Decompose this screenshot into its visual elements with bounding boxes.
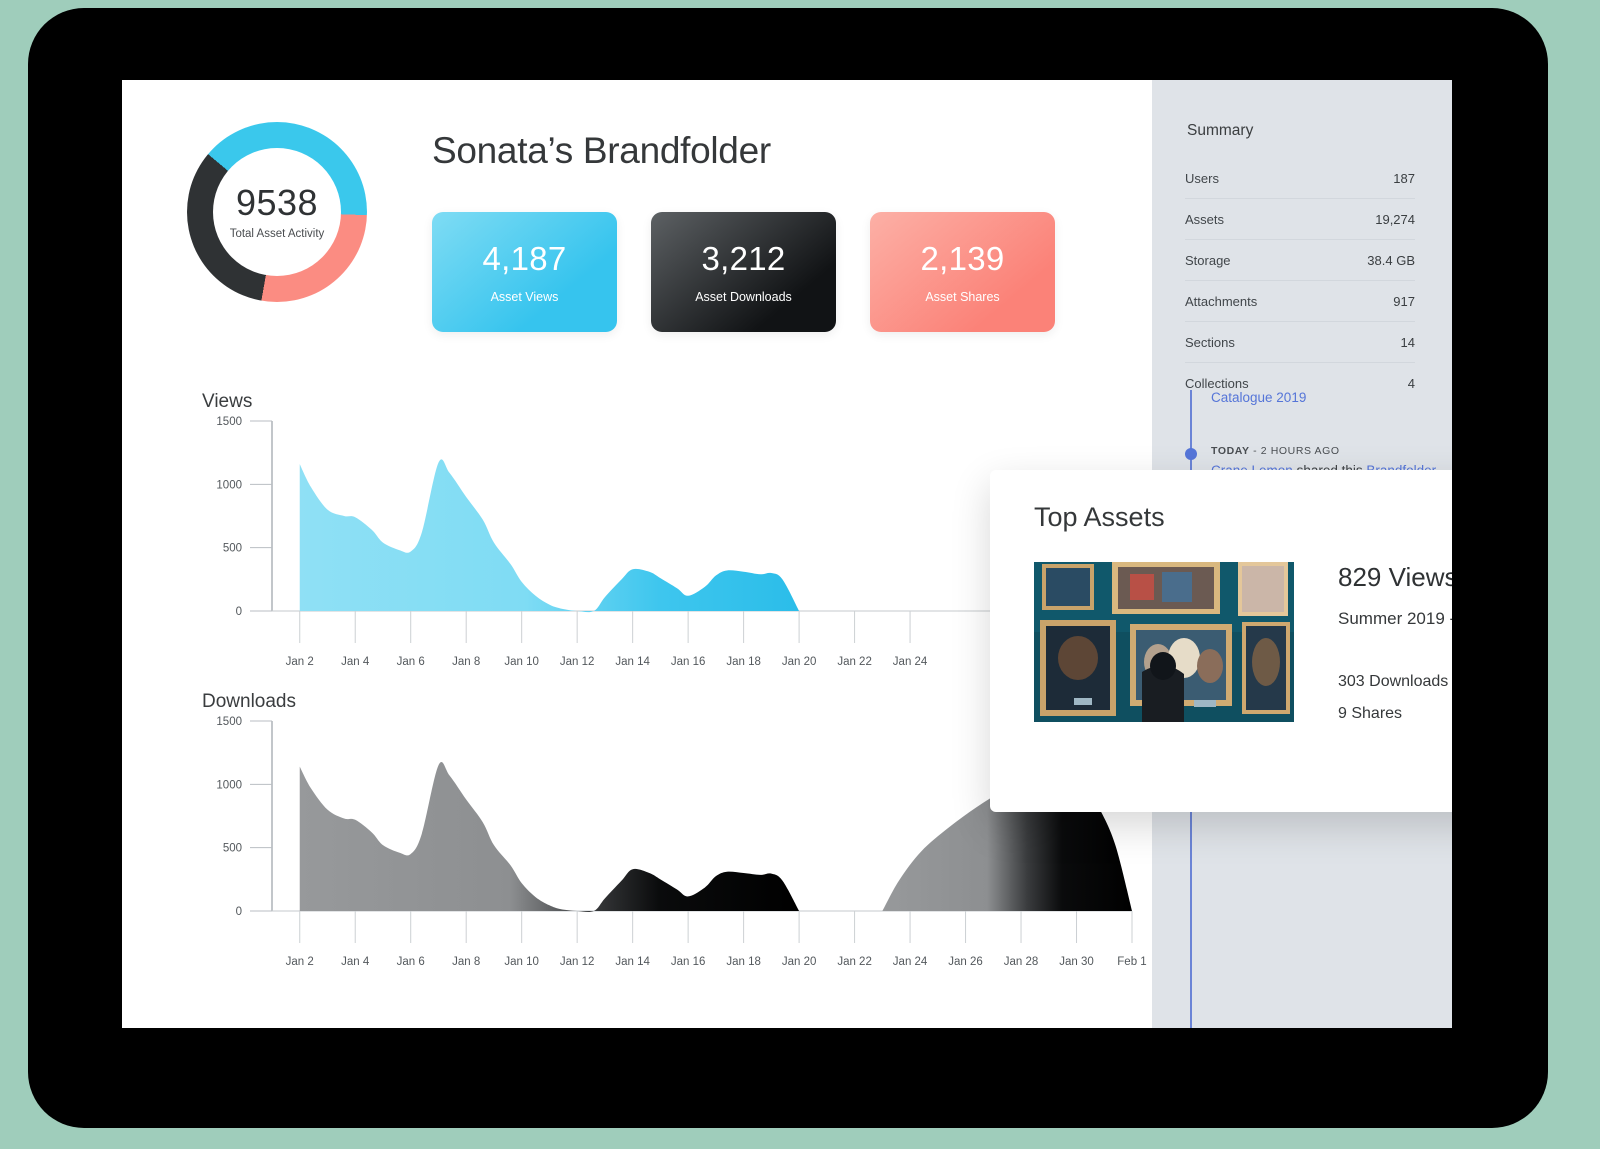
svg-text:Feb 1: Feb 1: [1117, 956, 1146, 968]
asset-thumbnail[interactable]: [1034, 562, 1294, 722]
svg-text:Jan 2: Jan 2: [286, 656, 314, 668]
svg-text:Jan 6: Jan 6: [397, 956, 425, 968]
summary-row-value: 917: [1393, 293, 1415, 309]
svg-text:1000: 1000: [216, 479, 242, 491]
asset-downloads-count: 303 Downloads: [1338, 673, 1449, 690]
svg-text:Jan 4: Jan 4: [341, 656, 370, 668]
total-activity-donut: 9538 Total Asset Activity: [187, 122, 367, 302]
summary-row-label: Users: [1185, 170, 1219, 186]
summary-heading: Summary: [1187, 122, 1254, 139]
summary-row-label: Collections: [1185, 375, 1249, 391]
feed-timestamp: TODAY - 2 HOURS AGO: [1211, 445, 1340, 457]
stat-label: Asset Downloads: [695, 290, 792, 304]
top-assets-heading: Top Assets: [1034, 502, 1165, 532]
svg-text:Jan 14: Jan 14: [615, 656, 650, 668]
svg-text:Jan 18: Jan 18: [726, 956, 761, 968]
donut-caption: Total Asset Activity: [229, 227, 325, 240]
summary-row: Users 187: [1185, 158, 1415, 199]
summary-row-label: Attachments: [1185, 293, 1258, 309]
svg-text:Jan 20: Jan 20: [782, 956, 817, 968]
stat-label: Asset Shares: [925, 290, 1000, 304]
svg-text:Jan 18: Jan 18: [726, 656, 761, 668]
svg-text:500: 500: [223, 843, 242, 855]
dashboard-header: 9538 Total Asset Activity Sonata’s Brand…: [122, 80, 1152, 378]
summary-row-label: Assets: [1185, 211, 1225, 227]
svg-text:Jan 8: Jan 8: [452, 956, 480, 968]
svg-text:Jan 6: Jan 6: [397, 656, 425, 668]
summary-row: Sections 14: [1185, 322, 1415, 363]
stat-value: 3,212: [701, 240, 786, 277]
stat-card-row: 4,187 Asset Views 3,212 Asset Downloads …: [432, 212, 1055, 332]
svg-text:Jan 28: Jan 28: [1004, 956, 1039, 968]
summary-row-value: 14: [1400, 334, 1415, 350]
stat-card-asset-views[interactable]: 4,187 Asset Views: [432, 212, 617, 332]
chart-title: Downloads: [202, 691, 296, 712]
svg-text:Jan 24: Jan 24: [893, 956, 928, 968]
asset-views-count: 829 Views: [1338, 562, 1452, 592]
app-screen: 9538 Total Asset Activity Sonata’s Brand…: [122, 80, 1452, 1028]
svg-text:Jan 16: Jan 16: [671, 656, 706, 668]
asset-details: 829 Views Summer 2019 - Catalogue 303 Do…: [1338, 562, 1452, 723]
summary-row-label: Sections: [1185, 334, 1235, 350]
summary-row-value: 4: [1407, 375, 1415, 391]
page-title: Sonata’s Brandfolder: [432, 130, 771, 171]
donut-center: 9538 Total Asset Activity: [213, 148, 341, 276]
svg-text:Jan 2: Jan 2: [286, 956, 314, 968]
summary-list: Users 187 Assets 19,274 Storage 38.4 GB Attach…: [1185, 158, 1415, 403]
stat-card-asset-shares[interactable]: 2,139 Asset Shares: [870, 212, 1055, 332]
summary-row-value: 187: [1393, 170, 1415, 186]
feed-top-link[interactable]: Catalogue 2019: [1185, 390, 1445, 405]
top-assets-card: Top Assets 829 Views Summer 2019 303 Dow…: [990, 470, 1452, 812]
svg-text:Jan 8: Jan 8: [452, 656, 480, 668]
summary-row-value: 38.4 GB: [1367, 252, 1415, 268]
svg-text:1500: 1500: [216, 716, 242, 728]
summary-row: Attachments 917: [1185, 281, 1415, 322]
asset-shares-count: 9 Shares: [1338, 705, 1403, 722]
svg-text:Jan 10: Jan 10: [504, 956, 539, 968]
svg-text:Jan 12: Jan 12: [560, 656, 595, 668]
svg-text:Jan 22: Jan 22: [837, 956, 872, 968]
summary-row: Assets 19,274: [1185, 199, 1415, 240]
svg-text:Jan 10: Jan 10: [504, 656, 539, 668]
timeline-dot: [1185, 448, 1197, 460]
svg-text:Jan 4: Jan 4: [341, 956, 370, 968]
stat-label: Asset Views: [490, 290, 559, 304]
svg-text:1500: 1500: [216, 416, 242, 428]
donut-value: 9538: [235, 181, 319, 223]
feed-day: TODAY: [1211, 445, 1250, 457]
device-frame: 9538 Total Asset Activity Sonata’s Brand…: [28, 8, 1548, 1128]
svg-text:500: 500: [223, 543, 242, 555]
summary-row-label: Storage: [1185, 252, 1231, 268]
svg-text:1000: 1000: [216, 779, 242, 791]
stat-value: 2,139: [920, 240, 1005, 277]
summary-row: Storage 38.4 GB: [1185, 240, 1415, 281]
svg-text:Jan 24: Jan 24: [893, 656, 928, 668]
svg-text:0: 0: [236, 906, 242, 918]
svg-text:Jan 20: Jan 20: [782, 656, 817, 668]
stat-card-asset-downloads[interactable]: 3,212 Asset Downloads: [651, 212, 836, 332]
svg-text:Jan 22: Jan 22: [837, 656, 872, 668]
stat-value: 4,187: [482, 240, 567, 277]
svg-text:Jan 12: Jan 12: [560, 956, 595, 968]
svg-text:Jan 26: Jan 26: [948, 956, 983, 968]
svg-text:Jan 14: Jan 14: [615, 956, 650, 968]
asset-name: Summer 2019 - Catalogue: [1338, 609, 1452, 628]
chart-title: Views: [202, 391, 253, 412]
svg-text:Jan 16: Jan 16: [671, 956, 706, 968]
svg-text:Jan 30: Jan 30: [1059, 956, 1094, 968]
svg-text:0: 0: [236, 606, 242, 618]
summary-row-value: 19,274: [1375, 211, 1415, 227]
